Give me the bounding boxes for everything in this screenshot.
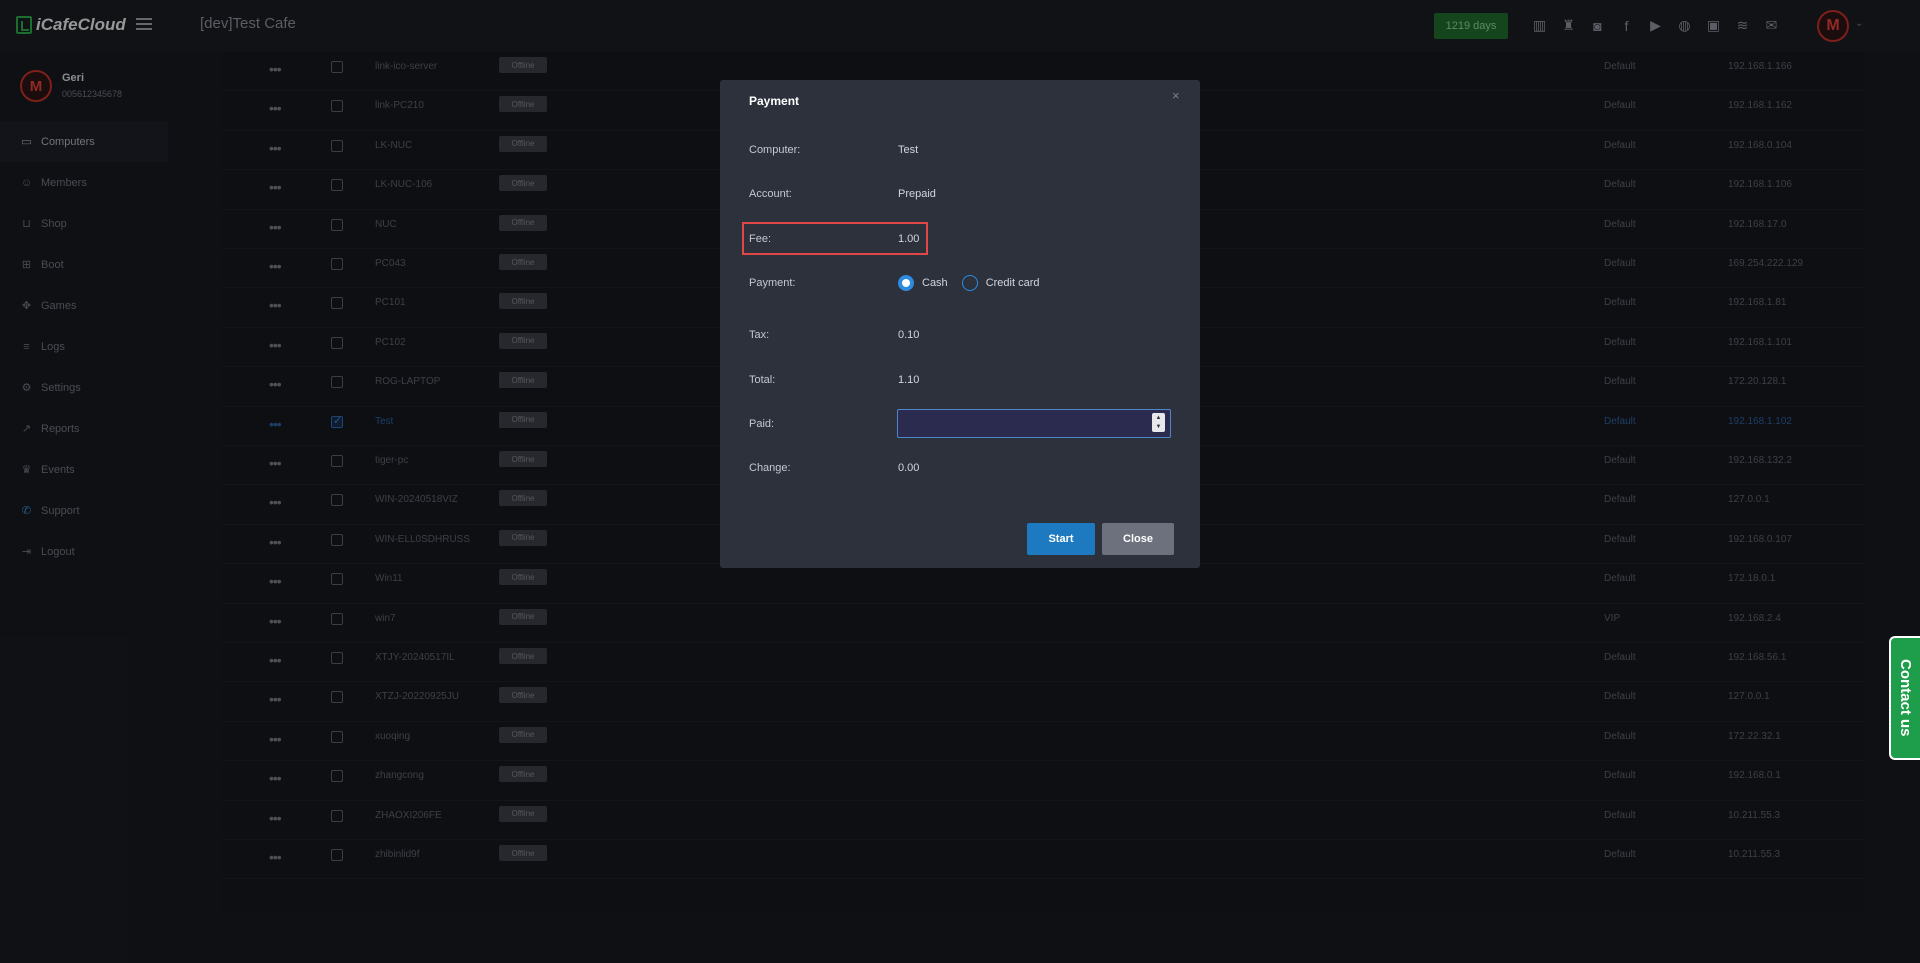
change-value: 0.00 (898, 462, 920, 474)
paid-input[interactable] (897, 409, 1171, 438)
modal-title: Payment (749, 94, 800, 108)
contact-us-tab[interactable]: Contact us (1889, 636, 1920, 760)
payment-method-group: Cash Credit card (898, 275, 1053, 291)
account-label: Account: (749, 188, 792, 200)
total-value: 1.10 (898, 374, 920, 386)
cash-radio[interactable] (898, 275, 914, 291)
contact-us-label: Contact us (1897, 659, 1914, 737)
paid-stepper[interactable]: ▲ ▼ (1152, 413, 1165, 432)
total-label: Total: (749, 374, 776, 386)
change-label: Change: (749, 462, 791, 474)
payment-label: Payment: (749, 277, 796, 289)
close-button[interactable]: Close (1102, 523, 1174, 555)
close-icon[interactable]: × (1172, 88, 1180, 103)
cash-radio-label[interactable]: Cash (922, 277, 948, 289)
credit-card-radio-label[interactable]: Credit card (986, 277, 1040, 289)
account-value: Prepaid (898, 188, 936, 200)
computer-value: Test (898, 144, 919, 156)
tax-value: 0.10 (898, 329, 920, 341)
paid-label: Paid: (749, 418, 775, 430)
computer-label: Computer: (749, 144, 801, 156)
payment-modal: Payment × Computer: Test Account: Prepai… (720, 80, 1200, 568)
tax-label: Tax: (749, 329, 770, 341)
start-button[interactable]: Start (1027, 523, 1095, 555)
credit-card-radio[interactable] (961, 275, 978, 291)
fee-value: 1.00 (898, 233, 920, 245)
fee-label: Fee: (749, 233, 772, 245)
